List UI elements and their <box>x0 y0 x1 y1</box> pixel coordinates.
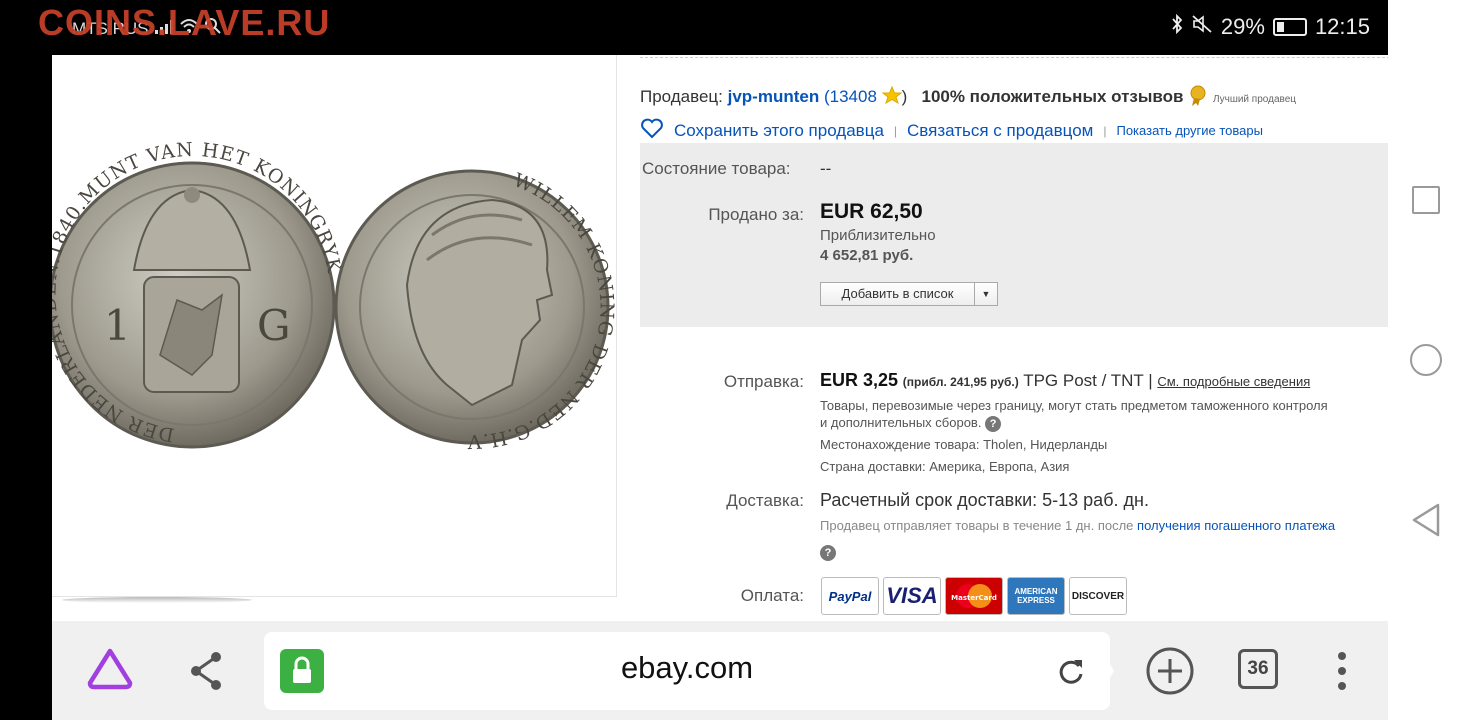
shipping-details-link[interactable]: См. подробные сведения <box>1157 374 1310 389</box>
amex-logo-text: AMERICAN EXPRESS <box>1014 587 1058 605</box>
mute-icon <box>1191 14 1213 40</box>
status-right: 29% 12:15 <box>1171 13 1370 40</box>
payment-methods: PayPal VISA MasterCard AMERICAN EXPRESS … <box>821 577 1127 615</box>
star-icon <box>881 85 903 106</box>
visa-logo: VISA <box>883 577 941 615</box>
payment-label: Оплата: <box>740 586 804 605</box>
tab-counter[interactable]: 36 <box>1238 649 1278 689</box>
android-nav-bar <box>1388 0 1465 720</box>
phone-screen: MTS RUS COINS.LAVE.RU 29% 12:15 DER NEDE… <box>0 0 1465 720</box>
bluetooth-icon <box>1171 13 1183 40</box>
sold-price: EUR 62,50 <box>820 200 923 223</box>
discover-logo: DISCOVER <box>1069 577 1127 615</box>
seller-name-link[interactable]: jvp-munten <box>728 87 820 106</box>
approx-label: Приблизительно <box>820 227 936 244</box>
shipping-price: EUR 3,25 <box>820 370 899 390</box>
top-seller-badge-icon <box>1188 85 1208 106</box>
help-icon[interactable]: ? <box>985 415 1002 432</box>
condition-label: Состояние товара: <box>642 159 791 178</box>
mastercard-logo: MasterCard <box>945 577 1003 615</box>
shipping-service: TPG Post / TNT | <box>1023 371 1153 390</box>
seller-line: Продавец: jvp-munten (13408 ) 100% полож… <box>640 85 1296 107</box>
obverse-value-left: 1 <box>104 301 131 350</box>
recent-apps-icon[interactable] <box>1412 186 1440 214</box>
clock: 12:15 <box>1314 14 1370 39</box>
delivery-estimate: Расчетный срок доставки: 5-13 раб. дн. <box>820 490 1149 510</box>
browser-toolbar: ebay.com 36 <box>52 621 1388 720</box>
back-icon[interactable] <box>1410 502 1442 543</box>
share-icon[interactable] <box>188 651 224 696</box>
add-to-list-button[interactable]: Добавить в список ▼ <box>820 282 998 306</box>
paypal-logo: PayPal <box>821 577 879 615</box>
separator: | <box>893 123 898 138</box>
customs-note-1: Товары, перевозимые через границу, могут… <box>820 398 1328 413</box>
new-tab-icon[interactable] <box>1145 646 1195 701</box>
payment-received-link[interactable]: получения погашенного платежа <box>1137 518 1335 533</box>
alice-assistant-icon[interactable] <box>86 647 134 696</box>
feedback-score-open: (13408 <box>823 87 877 106</box>
contact-seller-link[interactable]: Связаться с продавцом <box>907 121 1093 141</box>
delivery-help: ? <box>820 542 836 562</box>
visa-logo-text: VISA <box>886 583 938 608</box>
battery-icon <box>1272 18 1307 36</box>
ebay-item-page: DER NEDERLANDEN.1840.MUNT VAN HET KONING… <box>52 55 1388 621</box>
sold-for-label: Продано за: <box>708 205 804 224</box>
item-info: Продавец: jvp-munten (13408 ) 100% полож… <box>640 55 1388 621</box>
chevron-down-icon[interactable]: ▼ <box>975 283 997 305</box>
divider <box>640 57 1388 58</box>
feedback-score-close: ) <box>901 87 908 106</box>
top-seller-label: Лучший продавец <box>1212 94 1296 105</box>
obverse-value-right: G <box>257 301 291 350</box>
amex-logo: AMERICAN EXPRESS <box>1007 577 1065 615</box>
approx-rub-value: 4 652,81 руб. <box>820 247 914 264</box>
seller-actions: Сохранить этого продавца | Связаться с п… <box>640 117 1263 144</box>
coin-photo: DER NEDERLANDEN.1840.MUNT VAN HET KONING… <box>52 55 617 452</box>
item-location: Местонахождение товара: Tholen, Нидерлан… <box>820 437 1108 452</box>
handling-note: Продавец отправляет товары в течение 1 д… <box>820 518 1335 533</box>
handling-text: Продавец отправляет товары в течение 1 д… <box>820 518 1134 533</box>
other-items-link[interactable]: Показать другие товары <box>1116 123 1263 138</box>
paypal-logo-text: PayPal <box>828 588 872 604</box>
ships-to: Страна доставки: Америка, Европа, Азия <box>820 459 1070 474</box>
battery-percent: 29% <box>1220 14 1265 39</box>
separator: | <box>1103 123 1107 138</box>
url-text[interactable]: ebay.com <box>264 650 1110 686</box>
feedback-score-link[interactable]: (13408 <box>824 87 877 106</box>
delivery-label: Доставка: <box>726 491 804 510</box>
shipping-approx: (прибл. 241,95 руб.) <box>902 375 1019 389</box>
watermark-text: COINS.LAVE.RU <box>38 2 331 43</box>
customs-note-2-text: и дополнительных сборов. <box>820 415 982 430</box>
battery-fill <box>1276 22 1285 32</box>
shipping-label: Отправка: <box>723 372 804 391</box>
photo-shadow <box>62 597 252 603</box>
shipping-line: EUR 3,25 (прибл. 241,95 руб.) TPG Post /… <box>820 370 1310 391</box>
reload-icon[interactable] <box>1056 656 1086 693</box>
price-box: Состояние товара: -- Продано за: EUR 62,… <box>640 143 1388 327</box>
positive-feedback: 100% положительных отзывов <box>921 87 1184 106</box>
address-bar-tail <box>1092 632 1114 710</box>
customs-note-2: и дополнительных сборов. ? <box>820 415 1002 432</box>
add-to-list-label: Добавить в список <box>821 283 975 305</box>
status-bar: MTS RUS COINS.LAVE.RU 29% 12:15 <box>0 0 1388 55</box>
address-bar[interactable]: ebay.com <box>264 632 1110 710</box>
condition-value: -- <box>820 159 832 178</box>
seller-label: Продавец: <box>640 87 723 106</box>
mastercard-logo-text: MasterCard <box>951 594 997 602</box>
heart-icon[interactable] <box>640 117 674 144</box>
more-menu-icon[interactable] <box>1336 651 1348 696</box>
item-photo[interactable]: DER NEDERLANDEN.1840.MUNT VAN HET KONING… <box>52 55 617 597</box>
save-seller-link[interactable]: Сохранить этого продавца <box>674 121 884 141</box>
help-icon[interactable]: ? <box>820 544 836 561</box>
discover-logo-text: DISCOVER <box>1071 590 1125 602</box>
home-icon[interactable] <box>1410 344 1442 376</box>
